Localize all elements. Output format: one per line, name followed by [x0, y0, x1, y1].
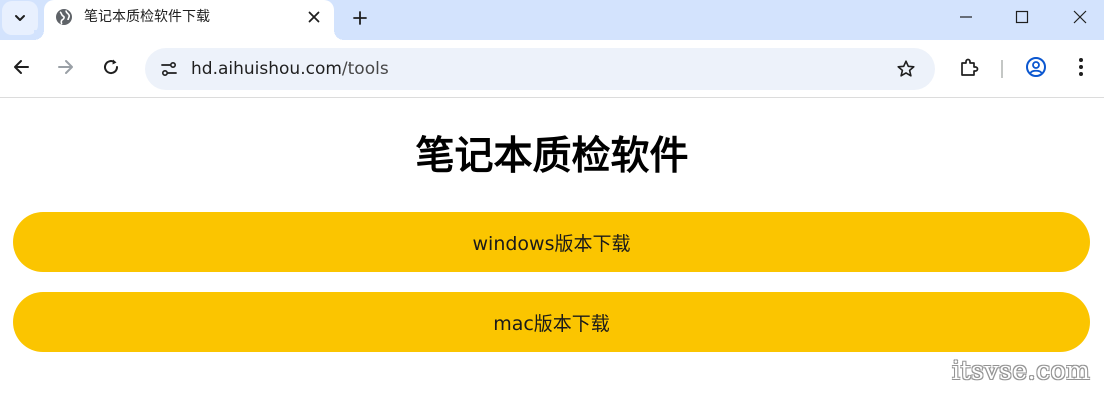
tab-title: 笔记本质检软件下载 [84, 9, 210, 25]
reload-icon [104, 59, 119, 75]
watermark: itsvse.com [952, 356, 1091, 385]
window-close-icon [1073, 10, 1087, 24]
plus-icon [353, 11, 367, 25]
forward-button[interactable] [50, 51, 82, 83]
more-menu-button[interactable] [1065, 51, 1097, 83]
address-bar[interactable]: hd.aihuishou.com/tools [145, 48, 935, 90]
browser-toolbar: hd.aihuishou.com/tools [0, 40, 1104, 98]
close-icon [308, 11, 320, 23]
extensions-button[interactable] [953, 51, 985, 83]
site-settings-icon [161, 61, 177, 77]
minimize-icon [960, 16, 972, 18]
back-arrow-icon [14, 60, 29, 74]
tab-search-button[interactable] [2, 1, 38, 35]
globe-icon [56, 9, 72, 25]
tab-strip: 笔记本质检软件下载 [0, 0, 1104, 40]
back-button[interactable] [5, 51, 37, 83]
window-close-button[interactable] [1052, 0, 1104, 34]
more-menu-icon [1079, 58, 1083, 76]
reload-button[interactable] [95, 51, 127, 83]
url-path: /tools [341, 59, 389, 79]
windows-download-button[interactable]: windows版本下载 [13, 212, 1090, 272]
chevron-down-icon [15, 15, 25, 21]
url-text[interactable]: hd.aihuishou.com/tools [191, 59, 389, 79]
minimize-button[interactable] [938, 0, 994, 34]
tab-close-button[interactable] [302, 5, 326, 29]
mac-download-button[interactable]: mac版本下载 [13, 292, 1090, 352]
bookmark-button[interactable] [890, 53, 922, 85]
page-title: 笔记本质检软件 [415, 134, 689, 179]
profile-icon [1026, 57, 1046, 77]
toolbar-divider [1001, 60, 1003, 78]
maximize-icon [1015, 10, 1029, 24]
extensions-icon [961, 58, 979, 76]
site-settings-button[interactable] [153, 53, 185, 85]
url-host: hd.aihuishou.com [191, 59, 342, 79]
star-icon [897, 60, 915, 77]
maximize-button[interactable] [994, 0, 1050, 34]
new-tab-button[interactable] [346, 4, 374, 32]
forward-arrow-icon [58, 60, 73, 74]
profile-button[interactable] [1020, 51, 1052, 83]
active-tab[interactable]: 笔记本质检软件下载 [34, 0, 344, 40]
